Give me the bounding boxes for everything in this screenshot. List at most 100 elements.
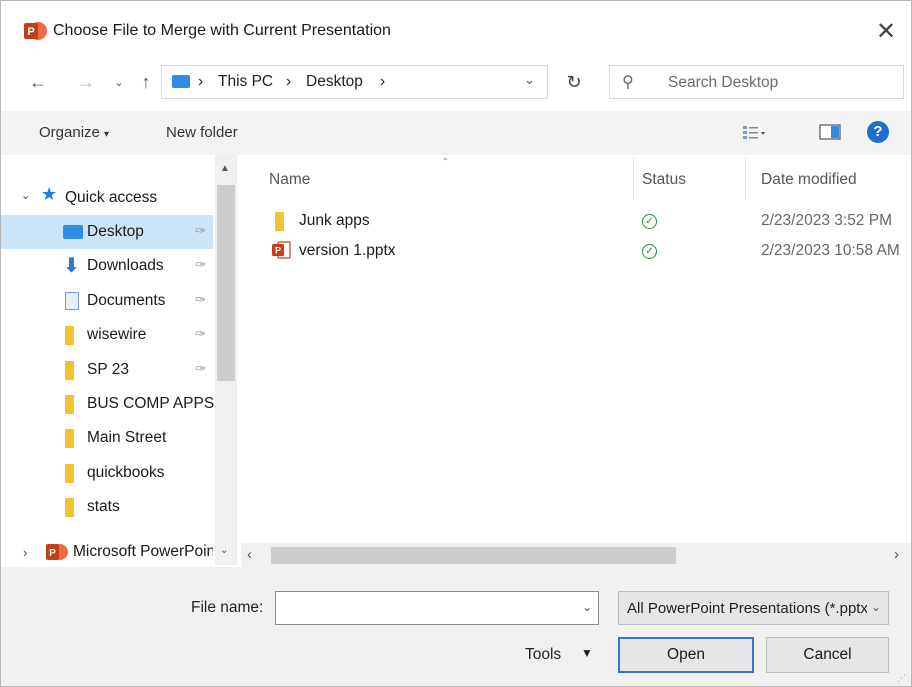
pin-icon[interactable]: ✑	[195, 361, 206, 377]
svg-text:P: P	[275, 246, 281, 256]
open-button[interactable]: Open	[618, 637, 754, 673]
new-folder-button[interactable]: New folder	[166, 124, 238, 141]
breadcrumb-separator-icon[interactable]: ›	[380, 73, 385, 91]
search-icon: ⚲	[622, 74, 634, 91]
column-header-date[interactable]: Date modified	[761, 171, 857, 189]
dropdown-arrow-icon[interactable]: ▼	[581, 646, 593, 660]
breadcrumb-desktop[interactable]: Desktop	[306, 73, 363, 91]
chevron-down-icon[interactable]: ⌄	[582, 600, 592, 614]
pin-icon[interactable]: ✑	[195, 292, 206, 308]
file-type-filter[interactable]: All PowerPoint Presentations (*.pptx) ⌄	[618, 591, 889, 625]
expand-arrow-icon[interactable]: ›	[23, 545, 27, 560]
scroll-down-icon[interactable]: ⌄	[220, 545, 228, 556]
search-input[interactable]: Search Desktop	[668, 74, 778, 92]
download-arrow-icon: ⬇	[63, 255, 80, 277]
resize-grip-icon[interactable]: ⋰	[897, 673, 906, 684]
view-options-icon[interactable]	[743, 125, 765, 141]
breadcrumb-separator-icon[interactable]: ›	[198, 73, 203, 91]
file-row-date: 2/23/2023 10:58 AM	[761, 242, 900, 259]
column-divider[interactable]	[633, 157, 634, 199]
breadcrumb-this-pc[interactable]: This PC	[218, 73, 273, 91]
up-icon[interactable]: ↑	[133, 67, 159, 97]
documents-icon	[65, 292, 79, 310]
file-dialog: P Choose File to Merge with Current Pres…	[0, 0, 912, 687]
pptx-file-icon: P	[272, 241, 291, 259]
sidebar-item-label: stats	[87, 498, 120, 515]
sidebar-item-label: quickbooks	[87, 464, 165, 481]
refresh-icon[interactable]: ↻	[557, 65, 591, 99]
sync-ok-icon: ✓	[642, 244, 657, 259]
sidebar-item-powerpoint[interactable]: Microsoft PowerPoint	[73, 543, 213, 561]
svg-text:P: P	[49, 548, 56, 559]
desktop-icon	[63, 225, 83, 239]
search-box[interactable]: ⚲ Search Desktop	[609, 65, 904, 99]
folder-icon	[65, 361, 74, 380]
column-divider[interactable]	[745, 157, 746, 199]
folder-icon	[65, 326, 74, 345]
sidebar-item-label: Desktop	[87, 223, 144, 240]
file-name-input[interactable]: ⌄	[275, 591, 599, 625]
command-bar: Organize ▾ New folder	[1, 111, 911, 155]
sidebar-item-label: SP 23	[87, 361, 129, 378]
dialog-title: Choose File to Merge with Current Presen…	[53, 22, 391, 39]
recent-locations-chevron-icon[interactable]: ⌄	[109, 68, 129, 98]
quick-access-label[interactable]: Quick access	[65, 189, 157, 207]
pin-icon[interactable]: ✑	[195, 257, 206, 273]
folder-icon	[65, 464, 74, 483]
chevron-down-icon: ⌄	[871, 600, 882, 614]
star-icon: ★	[41, 184, 58, 204]
sidebar-item[interactable]: Documents ✑	[1, 284, 213, 318]
folder-icon	[65, 429, 74, 448]
sidebar-item[interactable]: Main Street	[1, 421, 213, 455]
sort-ascending-icon: ⌃	[441, 157, 450, 168]
sidebar-item[interactable]: Desktop ✑	[1, 215, 213, 249]
file-name-label: File name:	[191, 599, 264, 616]
powerpoint-icon: P	[24, 22, 47, 40]
sidebar-item[interactable]: BUS COMP APPS	[1, 387, 215, 421]
column-header-status[interactable]: Status	[642, 171, 686, 189]
title-bar: P Choose File to Merge with Current Pres…	[1, 1, 911, 63]
file-scroll-thumb[interactable]	[271, 547, 676, 564]
expand-chevron-icon[interactable]: ⌄	[21, 189, 30, 202]
sync-ok-icon: ✓	[642, 214, 657, 229]
address-bar[interactable]: › This PC › Desktop › ⌄	[161, 65, 548, 99]
file-row-date: 2/23/2023 3:52 PM	[761, 212, 892, 229]
folder-icon	[65, 395, 74, 414]
cancel-button[interactable]: Cancel	[766, 637, 889, 673]
sidebar-item[interactable]: stats	[1, 490, 213, 524]
pin-icon[interactable]: ✑	[195, 223, 206, 239]
breadcrumb-separator-icon[interactable]: ›	[286, 73, 291, 91]
sidebar-item[interactable]: SP 23 ✑	[1, 353, 213, 387]
sidebar-item[interactable]: ⬇ Downloads ✑	[1, 249, 213, 283]
preview-pane-icon[interactable]	[819, 123, 841, 141]
scroll-right-icon[interactable]: ›	[894, 546, 899, 563]
tools-button[interactable]: Tools	[525, 646, 561, 664]
sidebar-item[interactable]: quickbooks	[1, 456, 213, 490]
organize-label: Organize	[39, 124, 100, 141]
pin-icon[interactable]: ✑	[195, 326, 206, 342]
scroll-left-icon[interactable]: ‹	[247, 546, 252, 563]
file-row-name[interactable]: version 1.pptx	[299, 242, 396, 260]
sidebar-item-label: Downloads	[87, 257, 164, 274]
folder-icon	[275, 212, 284, 231]
sidebar-item-label: Documents	[87, 292, 166, 309]
file-type-value: All PowerPoint Presentations (*.pptx)	[627, 600, 867, 617]
sidebar-item[interactable]: wisewire ✑	[1, 318, 213, 352]
nav-scroll-thumb[interactable]	[217, 185, 235, 381]
sidebar-item-label: Main Street	[87, 429, 167, 446]
powerpoint-icon: P	[46, 544, 68, 560]
close-icon[interactable]: ✕	[869, 15, 903, 49]
address-dropdown-icon[interactable]: ⌄	[524, 72, 535, 88]
scroll-up-icon[interactable]: ▲	[220, 163, 230, 174]
sidebar-item-label: BUS COMP APPS	[87, 395, 215, 412]
column-header-name[interactable]: Name	[269, 171, 310, 189]
this-pc-icon	[172, 75, 190, 88]
svg-text:P: P	[27, 26, 34, 38]
help-icon[interactable]: ?	[867, 121, 889, 143]
back-icon[interactable]: ←	[23, 67, 53, 97]
folder-icon	[65, 498, 74, 517]
chevron-down-icon: ▾	[104, 129, 110, 140]
file-row-name[interactable]: Junk apps	[299, 212, 370, 230]
forward-icon[interactable]: →	[71, 67, 101, 97]
organize-button[interactable]: Organize ▾	[39, 124, 109, 141]
